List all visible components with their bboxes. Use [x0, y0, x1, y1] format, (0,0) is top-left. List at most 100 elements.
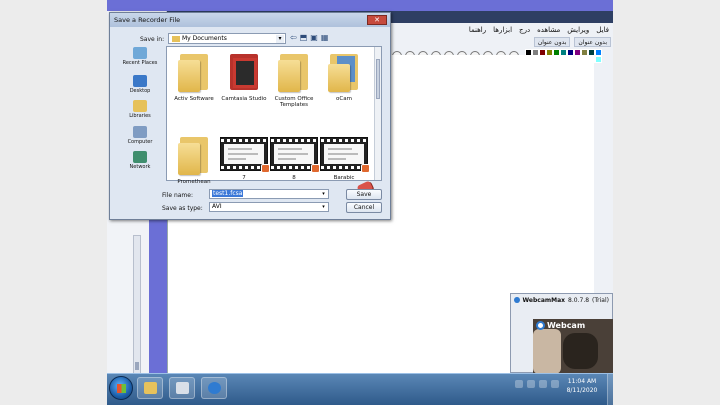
file-item[interactable]: 8 — [269, 135, 320, 181]
file-item-label: Custom Office Templates — [274, 96, 314, 108]
place-network[interactable]: Network — [116, 151, 164, 170]
file-item-label: oCam — [336, 96, 352, 102]
place-label: Computer — [127, 139, 153, 145]
place-desktop[interactable]: Desktop — [116, 75, 164, 94]
tab-untitled-2[interactable]: بدون عنوان — [533, 36, 571, 47]
new-folder-icon[interactable]: ▣ — [310, 33, 318, 42]
menu-item-help[interactable]: راهنما — [469, 26, 486, 34]
place-label: Libraries — [129, 113, 151, 119]
volume-tray-icon[interactable] — [539, 380, 547, 388]
palette-swatch[interactable] — [595, 56, 602, 63]
file-item[interactable]: 7 — [219, 135, 270, 181]
webcam-preview: Webcam — [533, 319, 613, 374]
folder-icon — [227, 52, 261, 92]
file-item[interactable]: Barabic — [319, 135, 370, 181]
back-icon[interactable]: ⇦ — [290, 33, 297, 42]
navigation-toolbar: ⇦ ⬒ ▣ ▦ — [290, 33, 328, 42]
folder-icon — [144, 382, 157, 394]
file-item[interactable]: Camtasia Studio — [219, 52, 269, 102]
video-file-icon — [320, 137, 370, 173]
save-recorder-file-dialog: Save a Recorder File ✕ Save in: My Docum… — [109, 12, 391, 220]
folder-icon — [177, 135, 211, 175]
file-name-value: test1.fcsa — [212, 190, 244, 197]
webcam-background-image — [563, 333, 598, 369]
file-name-input[interactable]: test1.fcsa ▾ — [209, 189, 329, 199]
menu-item-tools[interactable]: ابزارها — [493, 26, 512, 34]
place-computer[interactable]: Computer — [116, 126, 164, 145]
save-as-type-select[interactable]: AVI ▾ — [209, 202, 329, 212]
document-tabs: بدون عنوان بدون عنوان — [385, 36, 613, 47]
view-menu-icon[interactable]: ▦ — [321, 33, 329, 42]
file-item[interactable]: Custom Office Templates — [269, 52, 319, 108]
video-file-icon — [220, 137, 270, 173]
menu-item-file[interactable]: فايل — [596, 26, 609, 34]
taskbar-webcam-button[interactable] — [201, 377, 227, 399]
save-in-value: My Documents — [182, 35, 227, 42]
scroll-thumb[interactable] — [135, 362, 139, 370]
save-button[interactable]: Save — [346, 189, 382, 200]
chevron-down-icon[interactable]: ▾ — [320, 191, 327, 198]
folder-icon — [277, 52, 311, 92]
clock[interactable]: 11:04 AM 8/11/2020 — [559, 377, 605, 395]
place-libraries[interactable]: Libraries — [116, 100, 164, 119]
file-item[interactable]: Promethean — [169, 135, 219, 185]
network-icon — [133, 151, 147, 163]
desktop-screen: فايل ويرايش مشاهده درج ابزارها راهنما بد… — [107, 0, 613, 405]
up-folder-icon[interactable]: ⬒ — [300, 33, 308, 42]
close-button[interactable]: ✕ — [367, 15, 387, 25]
webcam-brand-text: Webcam — [547, 321, 586, 330]
file-item-label: Camtasia Studio — [221, 96, 267, 102]
place-label: Desktop — [129, 88, 151, 94]
file-item-label: Activ Software — [174, 96, 214, 102]
cancel-button[interactable]: Cancel — [346, 202, 382, 213]
taskbar: 11:04 AM 8/11/2020 — [107, 373, 613, 405]
left-panel-scrollbar[interactable] — [133, 235, 141, 375]
menu-item-insert[interactable]: درج — [519, 26, 530, 34]
flag-tray-icon[interactable] — [551, 380, 559, 388]
file-item-label: 7 — [242, 175, 246, 181]
libraries-icon — [133, 100, 147, 112]
taskbar-explorer-button[interactable] — [137, 377, 163, 399]
webcammax-version: 8.0.7.8 — [568, 297, 590, 304]
clock-time: 11:04 AM — [567, 378, 597, 385]
webcammax-window: WebcamMax 8.0.7.8 (Trial) Webcam — [510, 293, 613, 374]
show-desktop-button[interactable] — [607, 374, 613, 405]
webcam-person-image — [533, 329, 561, 374]
scroll-thumb[interactable] — [376, 59, 380, 99]
place-label: Recent Places — [122, 60, 158, 66]
tab-untitled-1[interactable]: بدون عنوان — [574, 36, 611, 47]
chevron-down-icon[interactable]: ▾ — [320, 204, 327, 211]
network-tray-icon[interactable] — [527, 380, 535, 388]
clock-date: 8/11/2020 — [566, 387, 598, 394]
chevron-down-icon[interactable]: ▾ — [276, 35, 284, 43]
folder-icon — [177, 52, 211, 92]
menu-item-edit[interactable]: ويرايش — [567, 26, 589, 34]
palette-swatch[interactable] — [595, 49, 602, 56]
desktop-icon — [133, 75, 147, 87]
folder-icon — [327, 52, 361, 92]
file-item-label: 8 — [292, 175, 296, 181]
file-list-scrollbar[interactable] — [374, 47, 381, 180]
place-recent-places[interactable]: Recent Places — [116, 47, 164, 66]
menu-item-view[interactable]: مشاهده — [537, 26, 560, 34]
tray-arrow-icon[interactable] — [515, 380, 523, 388]
webcammax-title: WebcamMax — [522, 297, 566, 304]
system-tray — [515, 380, 559, 388]
webcam-icon — [208, 382, 221, 394]
save-as-type-value: AVI — [212, 203, 222, 210]
file-item[interactable]: oCam — [319, 52, 369, 102]
recent-places-icon — [133, 47, 147, 59]
taskbar-app-button[interactable] — [169, 377, 195, 399]
webcammax-trial: (Trial) — [592, 297, 609, 304]
start-button[interactable] — [109, 376, 133, 400]
file-item-label: Barabic — [333, 175, 355, 181]
file-item[interactable]: Activ Software — [169, 52, 219, 102]
save-in-select[interactable]: My Documents ▾ — [168, 33, 286, 44]
whiteboard-app-icon — [176, 382, 189, 394]
places-bar: Recent Places Desktop Libraries Computer Net… — [116, 47, 164, 177]
app-menu-bar: فايل ويرايش مشاهده درج ابزارها راهنما — [387, 24, 613, 36]
computer-icon — [133, 126, 147, 138]
webcam-brand: Webcam — [536, 321, 585, 330]
folder-icon — [172, 35, 180, 42]
desktop-strip — [149, 211, 167, 384]
